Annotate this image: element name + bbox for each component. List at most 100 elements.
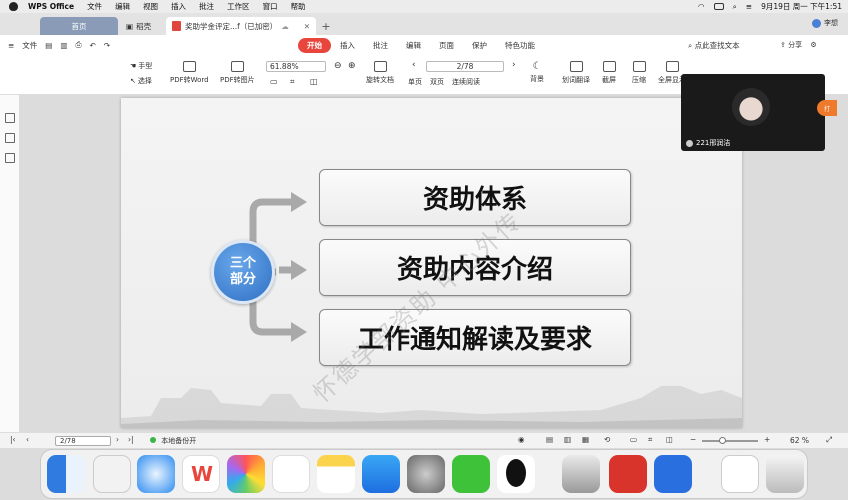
document-stack-icon[interactable] — [721, 455, 759, 493]
finder-icon[interactable] — [47, 455, 85, 493]
rotate-view-icon[interactable]: ⟲ — [604, 435, 610, 444]
tab-daoke[interactable]: ▣ 稻壳 — [120, 17, 164, 35]
notes-icon[interactable] — [317, 455, 355, 493]
control-center-icon[interactable]: ≡ — [746, 2, 752, 11]
continuous-view-icon[interactable]: ▦ — [582, 435, 589, 444]
find-text[interactable]: ⌕ 点此查找文本 — [688, 40, 740, 51]
clock[interactable]: 9月19日 周一 下午1:51 — [761, 1, 842, 12]
new-tab-button[interactable]: + — [318, 17, 334, 35]
single-page-button[interactable]: 单页 — [408, 77, 422, 87]
actual-size-icon[interactable]: ⌗ — [290, 77, 295, 87]
double-view-icon[interactable]: ▥ — [564, 435, 571, 444]
next-page-icon[interactable]: › — [116, 435, 119, 444]
menu-annotate[interactable]: 批注 — [199, 1, 214, 12]
first-page-icon[interactable]: |‹ — [10, 435, 16, 444]
file-menu[interactable]: 文件 — [22, 40, 37, 51]
bookmark-icon[interactable] — [5, 133, 15, 143]
ribbon-tab-insert[interactable]: 插入 — [331, 38, 364, 53]
safari-icon[interactable] — [137, 455, 175, 493]
ribbon-tab-features[interactable]: 特色功能 — [496, 38, 544, 53]
video-call-window[interactable]: 221邢润洁 — [681, 74, 825, 151]
ribbon-tab-start[interactable]: 开始 — [298, 38, 331, 53]
fit-width-icon[interactable]: ◫ — [310, 77, 318, 86]
tab-home[interactable]: 首页 — [40, 17, 118, 35]
system-settings-icon[interactable] — [407, 455, 445, 493]
continuous-button[interactable]: 连续阅读 — [452, 77, 480, 87]
zoom-in-icon[interactable]: + — [764, 435, 770, 444]
zoom-in-icon[interactable]: ⊕ — [348, 61, 356, 71]
search-icon[interactable]: ⌕ — [733, 2, 737, 12]
zoom-out-icon[interactable]: − — [690, 435, 696, 444]
wechat-icon[interactable] — [452, 455, 490, 493]
app-store-icon[interactable] — [362, 455, 400, 493]
apple-icon[interactable] — [9, 2, 18, 11]
background-button[interactable]: ☾ 背景 — [530, 61, 544, 84]
zoom-slider[interactable] — [702, 437, 758, 444]
pdf-page[interactable]: 资助体系 资助内容介绍 工作通知解读及要求 三个 部分 怀德学部资助 中心外传 — [121, 98, 742, 428]
fit-page-icon[interactable]: ▭ — [270, 77, 278, 86]
fit-width-icon[interactable]: ⌗ — [648, 435, 652, 445]
pdf-to-image-button[interactable]: PDF转图片 — [220, 61, 255, 85]
open-icon[interactable]: ▤ — [45, 41, 52, 50]
status-page-field[interactable]: 2/78 — [55, 436, 111, 446]
close-tab-icon[interactable]: ✕ — [304, 22, 310, 31]
wifi-icon[interactable]: ◠ — [698, 2, 705, 11]
menu-insert[interactable]: 插入 — [171, 1, 186, 12]
single-view-icon[interactable]: ▤ — [546, 435, 553, 444]
hand-tool-button[interactable]: ☚ 手型 — [130, 61, 152, 71]
last-page-icon[interactable]: ›| — [128, 435, 134, 444]
redo-icon[interactable]: ↷ — [104, 41, 110, 50]
side-tool-tab[interactable]: 打 — [817, 100, 837, 116]
backup-status[interactable]: 本地备份开 — [150, 436, 196, 446]
next-page-icon[interactable]: › — [512, 60, 516, 70]
user-account[interactable]: 李想 — [812, 18, 838, 28]
settings-icon[interactable]: ⚙ — [810, 41, 816, 49]
tab-document[interactable]: 奖助学金评定...f（已加密） ☁ ✕ — [166, 17, 316, 35]
ribbon-tab-annotate[interactable]: 批注 — [364, 38, 397, 53]
prev-page-icon[interactable]: ‹ — [26, 435, 29, 444]
double-page-button[interactable]: 双页 — [430, 77, 444, 87]
select-tool-button[interactable]: ↖ 选择 — [130, 76, 152, 86]
translate-button[interactable]: 划词翻译 — [562, 61, 590, 85]
rotate-button[interactable]: 旋转文档 — [366, 61, 394, 85]
qq-icon[interactable] — [497, 455, 535, 493]
tencent-meeting-icon[interactable] — [654, 455, 692, 493]
menu-workspace[interactable]: 工作区 — [227, 1, 250, 12]
save-icon[interactable]: ▥ — [60, 41, 67, 50]
compress-button[interactable]: 压缩 — [632, 61, 646, 85]
screenshot-button[interactable]: 截屏 — [602, 61, 616, 85]
page-field[interactable]: 2/78 — [426, 61, 504, 72]
zoom-slider-knob[interactable] — [719, 437, 726, 444]
menu-edit[interactable]: 编辑 — [115, 1, 130, 12]
ribbon-tab-protect[interactable]: 保护 — [463, 38, 496, 53]
app-name[interactable]: WPS Office — [28, 2, 74, 11]
menu-window[interactable]: 窗口 — [263, 1, 278, 12]
prev-page-icon[interactable]: ‹ — [412, 60, 416, 70]
battery-icon[interactable] — [713, 3, 724, 10]
fit-height-icon[interactable]: ◫ — [666, 435, 673, 444]
menu-file[interactable]: 文件 — [87, 1, 102, 12]
wps-icon[interactable]: W — [182, 455, 220, 493]
menu-icon[interactable]: ≡ — [8, 41, 14, 50]
share-button[interactable]: ⇪ 分享 ⚙ — [780, 40, 817, 50]
fullscreen-icon[interactable]: ⤢ — [826, 435, 832, 445]
trash-icon[interactable] — [766, 455, 804, 493]
pdf-to-word-button[interactable]: PDF转Word — [170, 61, 209, 85]
netease-music-icon[interactable] — [609, 455, 647, 493]
print-icon[interactable]: ⎙ — [75, 40, 81, 50]
fit-icon[interactable]: ▭ — [630, 435, 637, 444]
launchpad-icon[interactable] — [93, 455, 131, 493]
photos-icon[interactable] — [227, 455, 265, 493]
ribbon-tab-page[interactable]: 页面 — [430, 38, 463, 53]
preview-icon[interactable] — [562, 455, 600, 493]
menu-help[interactable]: 帮助 — [291, 1, 306, 12]
eye-icon[interactable]: ◉ — [518, 435, 525, 444]
ribbon-tab-edit[interactable]: 编辑 — [397, 38, 430, 53]
annotation-icon[interactable] — [5, 153, 15, 163]
thumbnail-icon[interactable] — [5, 113, 15, 123]
undo-icon[interactable]: ↶ — [89, 41, 95, 50]
reminders-icon[interactable] — [272, 455, 310, 493]
zoom-out-icon[interactable]: ⊖ — [334, 61, 342, 71]
zoom-field[interactable]: 61.88% — [266, 61, 326, 72]
menu-view[interactable]: 视图 — [143, 1, 158, 12]
